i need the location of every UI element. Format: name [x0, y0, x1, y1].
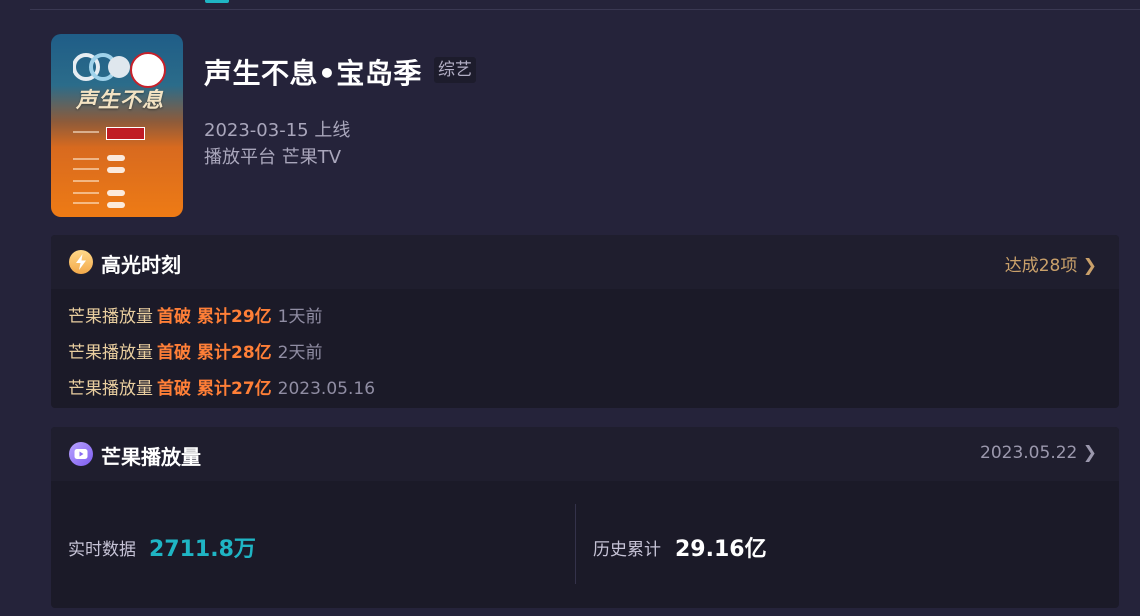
play-icon [69, 442, 93, 466]
highlights-more-link[interactable]: 达成28项 ❯ [1005, 251, 1097, 276]
realtime-value: 2711.8万 [149, 537, 256, 562]
poster-brand-badge [130, 52, 166, 88]
plays-date-link[interactable]: 2023.05.22 ❯ [980, 443, 1097, 463]
highlight-time: 1天前 [277, 307, 323, 327]
poster-sponsor-mark [107, 190, 125, 196]
poster-credit-line [73, 131, 99, 133]
highlight-first-label: 首破 [157, 343, 191, 363]
highlights-card-header: 高光时刻 达成28项 ❯ [51, 235, 1119, 289]
poster-sponsor-mark [107, 155, 125, 161]
highlight-time: 2天前 [277, 343, 323, 363]
poster-credit-line [73, 202, 99, 204]
realtime-label: 实时数据 [68, 540, 136, 560]
highlight-total: 累计28亿 [197, 343, 272, 363]
highlight-total: 累计29亿 [197, 307, 272, 327]
highlight-metric: 芒果播放量 [68, 307, 153, 327]
lightning-icon [69, 250, 93, 274]
type-tag: 综艺 [434, 57, 476, 83]
show-title: 声生不息•宝岛季 [204, 57, 422, 90]
poster-credit-line [73, 158, 99, 160]
tab-bar-divider [30, 9, 1140, 10]
highlight-time: 2023.05.16 [277, 379, 376, 399]
highlight-total: 累计27亿 [197, 379, 272, 399]
highlight-first-label: 首破 [157, 307, 191, 327]
plays-card-header: 芒果播放量 2023.05.22 ❯ [51, 427, 1119, 481]
active-tab-indicator [205, 0, 229, 3]
highlight-first-label: 首破 [157, 379, 191, 399]
release-date: 2023-03-15 上线 [204, 120, 351, 141]
poster-sponsor-mark [107, 167, 125, 173]
poster-credit-line [73, 180, 99, 182]
poster-sponsor-mark [107, 202, 125, 208]
history-value: 29.16亿 [675, 537, 767, 562]
poster-rings-graphic [73, 53, 130, 81]
highlight-row: 芒果播放量 首破 累计28亿 2天前 [68, 338, 323, 363]
show-poster[interactable]: 声生不息 [51, 34, 183, 217]
plays-title: 芒果播放量 [101, 445, 201, 469]
highlight-metric: 芒果播放量 [68, 343, 153, 363]
highlight-row: 芒果播放量 首破 累计29亿 1天前 [68, 302, 323, 327]
stats-divider [575, 504, 576, 584]
highlight-row: 芒果播放量 首破 累计27亿 2023.05.16 [68, 374, 375, 399]
poster-credit-line [73, 192, 99, 194]
top-tab-bar [0, 0, 1140, 10]
poster-credit-line [73, 168, 99, 170]
highlights-title: 高光时刻 [101, 253, 181, 277]
history-label: 历史累计 [593, 540, 661, 560]
highlight-metric: 芒果播放量 [68, 379, 153, 399]
poster-title-art: 声生不息 [76, 88, 164, 112]
highlights-card: 高光时刻 达成28项 ❯ 芒果播放量 首破 累计29亿 1天前 芒果播放量 首破 累计28… [51, 235, 1119, 408]
platform-info: 播放平台 芒果TV [204, 147, 342, 168]
plays-card: 芒果播放量 2023.05.22 ❯ 实时数据 2711.8万 历史累计 29.… [51, 427, 1119, 608]
poster-sponsor-logo [106, 127, 145, 140]
